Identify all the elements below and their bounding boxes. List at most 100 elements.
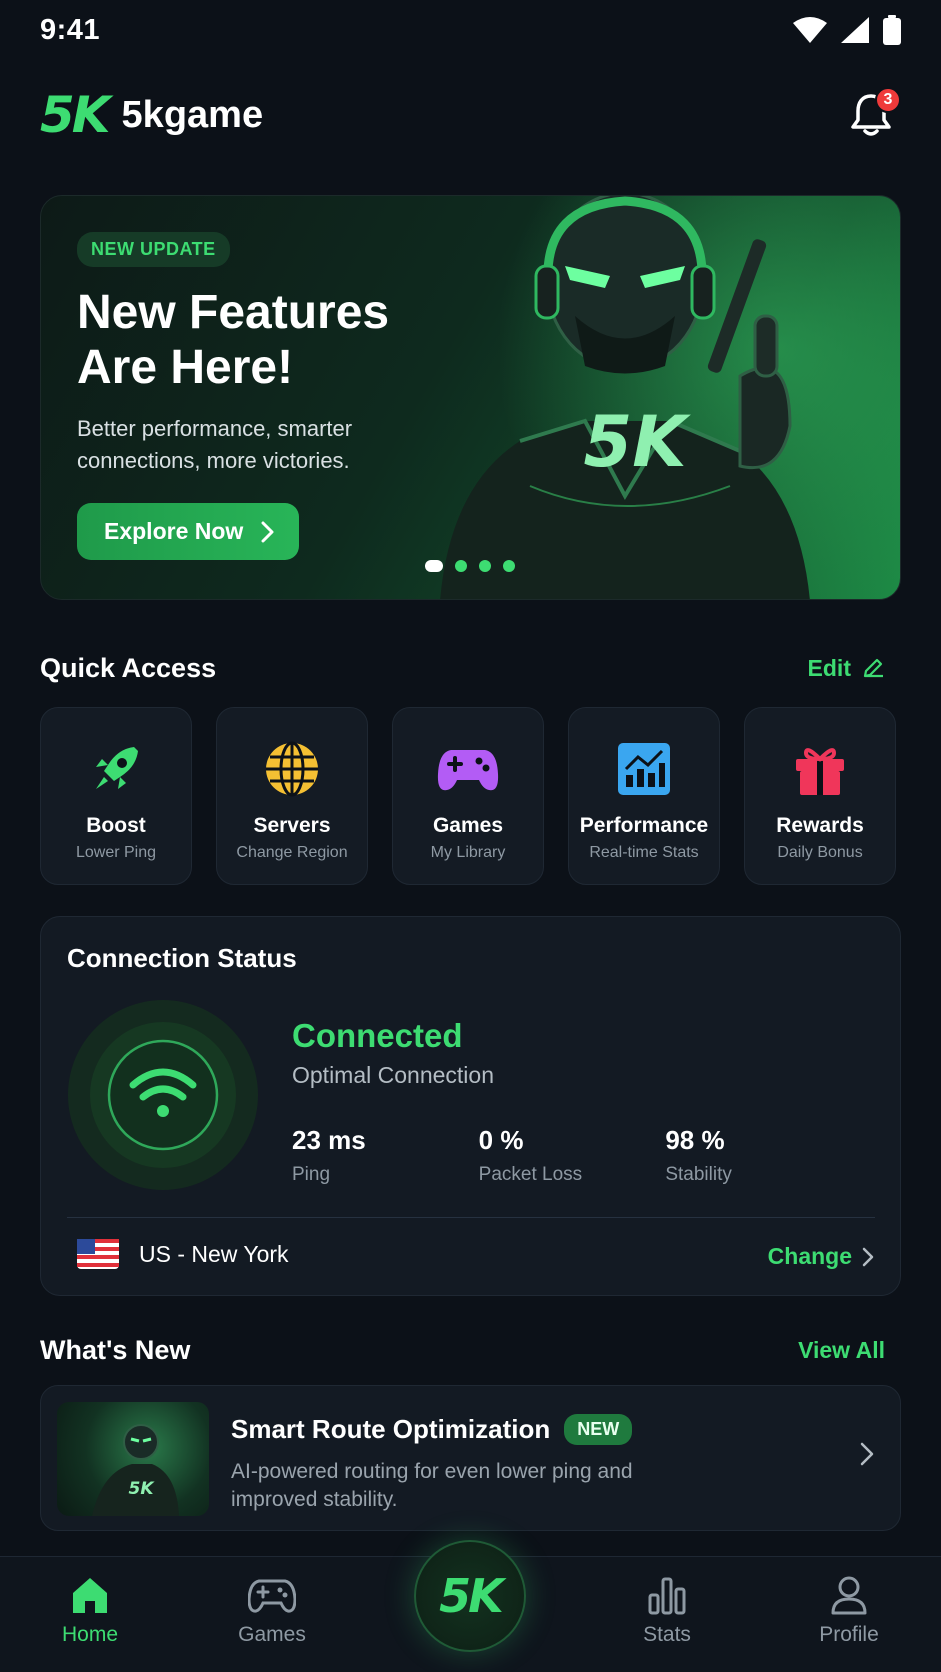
notification-badge: 3	[875, 87, 901, 113]
hero-text: NEW UPDATE New Features Are Here! Better…	[77, 232, 497, 561]
quick-access-label: Servers	[253, 814, 331, 837]
hero-subtitle: Better performance, smarter connections,…	[77, 416, 353, 474]
carousel-dot[interactable]	[425, 560, 443, 572]
carousel-dot[interactable]	[455, 560, 467, 572]
quick-access-boost[interactable]: Boost Lower Ping	[40, 707, 192, 885]
home-icon	[73, 1578, 107, 1613]
server-location-label: US - New York	[139, 1240, 289, 1267]
chevron-right-icon	[862, 1247, 874, 1266]
new-update-tag: NEW UPDATE	[77, 232, 230, 267]
metric-packet-loss: 0 % Packet Loss	[479, 1125, 666, 1186]
quick-access-rewards[interactable]: Rewards Daily Bonus	[744, 707, 896, 885]
quick-access-performance[interactable]: Performance Real-time Stats	[568, 707, 720, 885]
pencil-icon	[863, 658, 883, 678]
connection-indicator	[68, 1000, 258, 1190]
us-flag-icon	[77, 1239, 119, 1269]
hero-title: New Features Are Here!	[77, 285, 497, 395]
carousel-dot[interactable]	[503, 560, 515, 572]
metric-stability: 98 % Stability	[665, 1125, 852, 1186]
quick-access-label: Rewards	[776, 814, 864, 837]
metric-ping: 23 ms Ping	[292, 1125, 479, 1186]
nav-label: Profile	[819, 1623, 879, 1646]
nav-center-logo: 5K	[439, 1569, 504, 1623]
connection-metrics: 23 ms Ping 0 % Packet Loss 98 % Stabilit…	[292, 1125, 852, 1186]
quick-access-sub: Daily Bonus	[777, 844, 863, 861]
explore-now-label: Explore Now	[104, 518, 244, 545]
quick-access-sub: Lower Ping	[75, 844, 157, 861]
chevron-right-icon	[261, 521, 274, 543]
nav-profile[interactable]: Profile	[789, 1575, 909, 1647]
edit-quick-access-button[interactable]: Edit	[808, 655, 885, 682]
quick-access-label: Boost	[86, 814, 146, 837]
app-logo: 5K	[40, 86, 111, 144]
change-server-button[interactable]: Change	[768, 1243, 874, 1270]
connection-status-title: Connection Status	[67, 943, 297, 973]
news-description: AI-powered routing for even lower ping a…	[231, 1460, 633, 1512]
gamepad-icon	[437, 750, 499, 791]
hero-figure-chest-logo: 5K	[584, 401, 692, 483]
hero-title-line-1: New Features	[77, 286, 390, 339]
edit-label: Edit	[807, 654, 851, 681]
whats-new-header: What's New View All	[40, 1332, 885, 1368]
metric-label: Stability	[665, 1164, 732, 1185]
explore-now-button[interactable]: Explore Now	[77, 503, 300, 561]
nav-center-boost-button[interactable]: 5K	[414, 1540, 526, 1652]
hero-title-line-2: Are Here!	[77, 341, 294, 395]
divider	[67, 1217, 875, 1218]
quick-access-grid: Boost Lower Ping Servers Change Region G…	[40, 707, 901, 887]
quick-access-games[interactable]: Games My Library	[392, 707, 544, 885]
quick-access-sub: My Library	[430, 844, 506, 861]
nav-label: Stats	[643, 1623, 691, 1646]
gamepad-icon	[248, 1579, 296, 1613]
metric-label: Packet Loss	[478, 1164, 583, 1185]
quick-access-title: Quick Access	[40, 652, 217, 683]
nav-home[interactable]: Home	[30, 1575, 150, 1647]
whats-new-title: What's New	[40, 1334, 191, 1365]
metric-value: 98 %	[665, 1125, 725, 1155]
rocket-icon	[96, 747, 138, 789]
chart-icon	[618, 743, 670, 795]
nav-games[interactable]: Games	[212, 1575, 332, 1647]
news-thumb-logo: 5K	[128, 1479, 155, 1499]
news-title: Smart Route Optimization	[231, 1414, 551, 1444]
nav-label: Games	[238, 1623, 306, 1646]
chevron-right-icon	[860, 1442, 874, 1466]
metric-label: Ping	[292, 1164, 331, 1185]
carousel-dot[interactable]	[479, 560, 491, 572]
gift-icon	[796, 748, 844, 795]
bar-chart-icon	[648, 1577, 686, 1615]
news-thumbnail-illustration: 5K	[92, 1424, 179, 1516]
connection-status-card: Connection Status Connected Optimal Conn…	[40, 916, 901, 1296]
news-item[interactable]: 5K Smart Route Optimization NEW AI-power…	[40, 1385, 901, 1531]
quick-access-label: Games	[432, 814, 504, 837]
app-name: 5kgame	[121, 93, 264, 136]
quick-access-sub: Change Region	[236, 844, 348, 861]
quick-access-header: Quick Access Edit	[40, 648, 885, 688]
new-badge: NEW	[564, 1414, 633, 1445]
view-all-button[interactable]: View All	[798, 1337, 885, 1364]
quick-access-sub: Real-time Stats	[589, 844, 699, 861]
news-thumbnail: 5K	[57, 1402, 209, 1516]
nav-stats[interactable]: Stats	[607, 1575, 727, 1647]
status-icons	[793, 15, 901, 45]
quick-access-label: Performance	[579, 814, 709, 837]
notifications-button[interactable]: 3	[841, 85, 901, 145]
server-location: US - New York	[77, 1239, 289, 1269]
metric-value: 0 %	[478, 1125, 524, 1155]
globe-icon	[266, 741, 318, 797]
cellular-signal-icon	[841, 17, 869, 43]
user-icon	[831, 1576, 867, 1615]
brand[interactable]: 5K 5kgame	[40, 90, 263, 140]
carousel-dots	[425, 560, 515, 572]
wifi-status-icon	[793, 17, 827, 43]
connection-state: Connected	[292, 1017, 463, 1054]
connection-quality: Optimal Connection	[292, 1062, 494, 1088]
status-bar: 9:41	[0, 0, 941, 60]
battery-icon	[883, 15, 901, 45]
app-header: 5K 5kgame 3	[40, 82, 901, 148]
hero-banner[interactable]: 5K NEW UPDATE New Features Are Here! Bet…	[40, 195, 901, 600]
quick-access-servers[interactable]: Servers Change Region	[216, 707, 368, 885]
status-time: 9:41	[40, 13, 101, 46]
nav-label: Home	[61, 1623, 119, 1646]
metric-value: 23 ms	[292, 1125, 366, 1155]
